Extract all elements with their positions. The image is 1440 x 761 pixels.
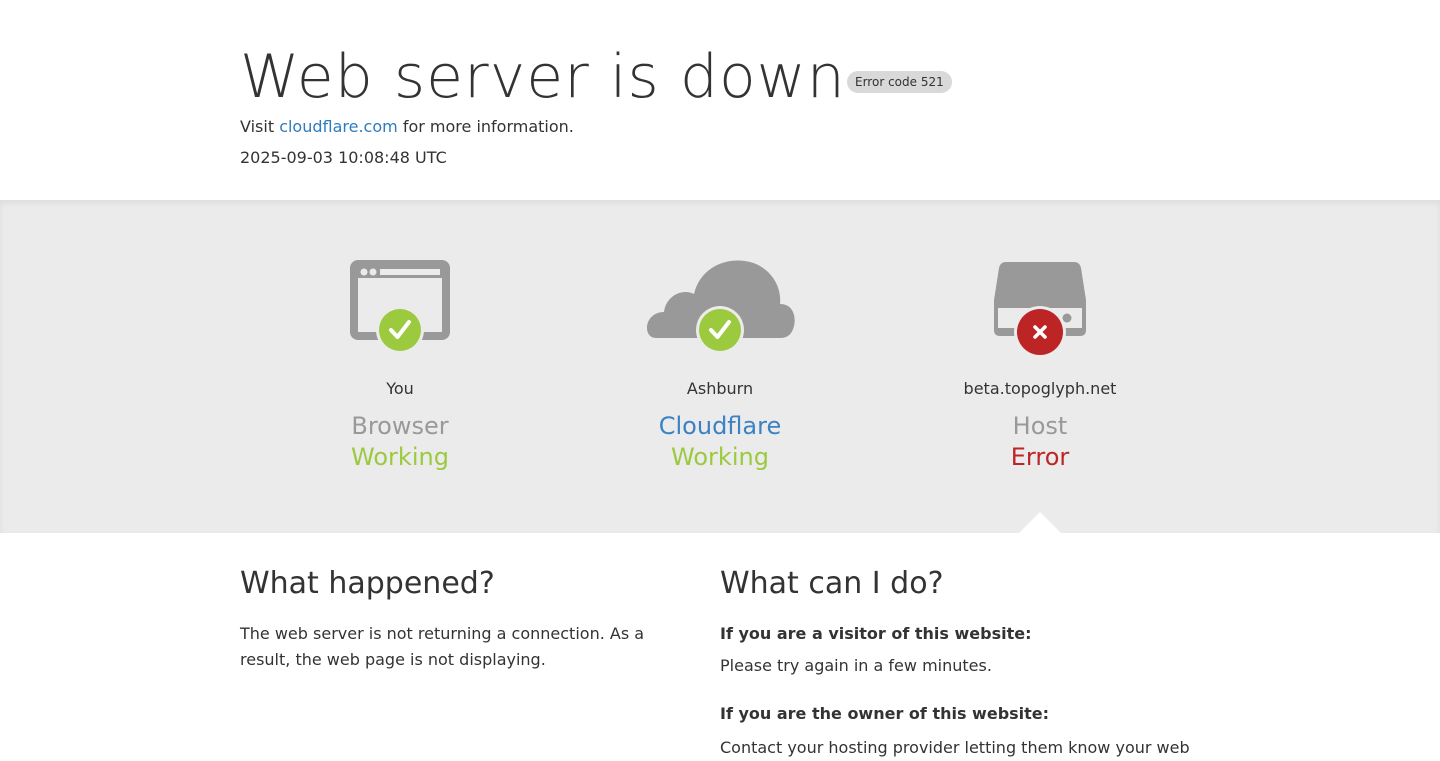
what-can-i-do-heading: What can I do?	[720, 566, 944, 601]
visit-suffix: for more information.	[397, 117, 574, 136]
node-location: You	[386, 379, 414, 398]
error-pointer	[1019, 512, 1061, 533]
visit-prefix: Visit	[240, 117, 280, 136]
node-status: Working	[671, 443, 769, 471]
owner-text: Contact your hosting provider letting th…	[720, 738, 1190, 757]
page-title: Web server is down	[240, 42, 846, 112]
server-icon	[994, 262, 1086, 358]
visitor-text: Please try again in a few minutes.	[720, 656, 992, 675]
node-status: Error	[1010, 443, 1070, 471]
what-happened-heading: What happened?	[240, 566, 495, 601]
cloud-icon	[646, 260, 795, 354]
timestamp: 2025-09-03 10:08:48 UTC	[240, 148, 447, 167]
check-icon	[696, 306, 744, 354]
header: Web server is down Error code 521 Visit …	[0, 0, 1440, 200]
node-type: Browser	[351, 412, 449, 440]
check-icon	[376, 306, 424, 354]
node-type: Cloudflare	[658, 412, 782, 440]
cloudflare-link[interactable]: cloudflare.com	[279, 117, 398, 136]
visit-info: Visit cloudflare.com for more informatio…	[240, 117, 574, 137]
owner-heading: If you are the owner of this website:	[720, 704, 1050, 723]
node-type: Host	[1012, 412, 1068, 440]
browser-icon	[350, 260, 450, 354]
error-code-badge: Error code 521	[847, 71, 952, 93]
status-band: You Browser Working Ashburn Cloudflare W…	[0, 200, 1440, 533]
node-status: Working	[351, 443, 449, 471]
visitor-heading: If you are a visitor of this website:	[720, 624, 1032, 643]
what-happened-text: The web server is not returning a connec…	[240, 624, 645, 669]
node-location: Ashburn	[686, 379, 754, 398]
error-x-icon	[1014, 306, 1066, 358]
what-happened-section: What happened? The web server is not ret…	[240, 563, 680, 673]
node-location: beta.topoglyph.net	[963, 379, 1117, 398]
what-can-i-do-section: What can I do? If you are a visitor of t…	[720, 563, 1200, 761]
